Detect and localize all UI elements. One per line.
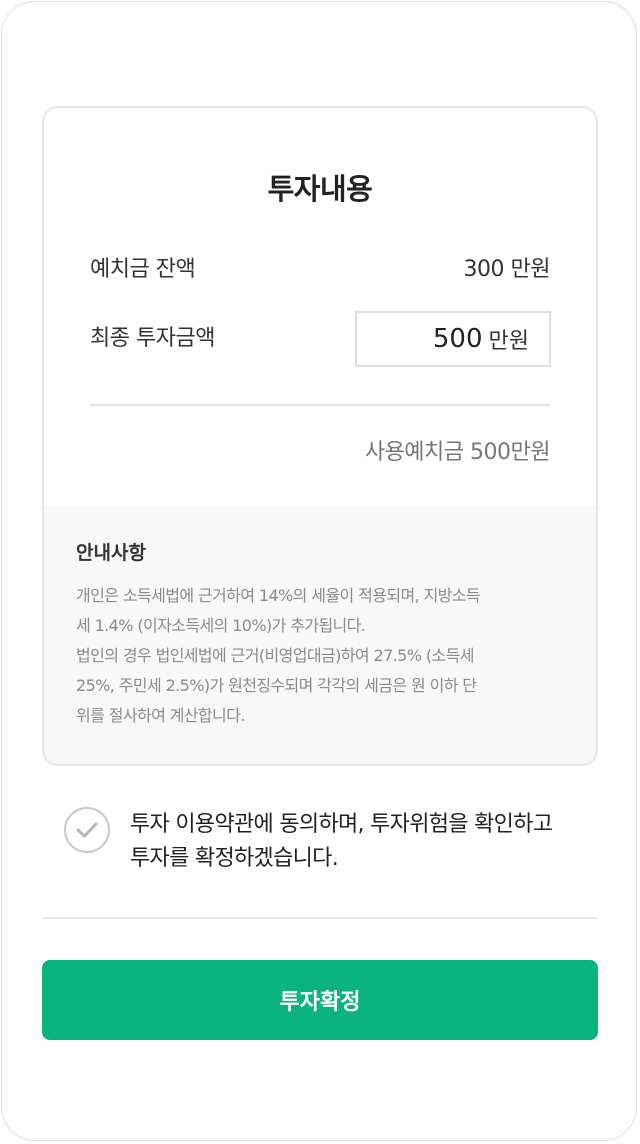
notice-section: 안내사항 개인은 소득세법에 근거하여 14%의 세율이 적용되며, 지방소득 … xyxy=(44,506,596,764)
notice-line: 25%, 주민세 2.5%)가 원천징수되며 각각의 세금은 원 이하 단 xyxy=(76,676,477,695)
agreement-text[interactable]: 투자 이용약관에 동의하며, 투자위험을 확인하고 투자를 확정하겠습니다. xyxy=(130,808,600,876)
agreement-line-2: 투자를 확정하겠습니다. xyxy=(130,846,339,871)
agreement-checkbox[interactable] xyxy=(64,807,110,853)
bottom-divider xyxy=(42,917,598,919)
notice-line: 법인의 경우 법인세법에 근거(비영업대금)하여 27.5% (소득세 xyxy=(76,646,474,665)
final-investment-amount: 500 xyxy=(432,324,483,354)
deposit-balance-label: 예치금 잔액 xyxy=(90,257,196,282)
notice-line: 개인은 소득세법에 근거하여 14%의 세율이 적용되며, 지방소득 xyxy=(76,586,481,605)
notice-title: 안내사항 xyxy=(76,542,146,564)
final-investment-label: 최종 투자금액 xyxy=(90,326,215,351)
notice-line: 위를 절사하여 계산합니다. xyxy=(76,706,245,725)
notice-line: 세 1.4% (이자소득세의 10%)가 추가됩니다. xyxy=(76,616,366,635)
agreement-line-1: 투자 이용약관에 동의하며, 투자위험을 확인하고 xyxy=(130,812,553,837)
check-icon xyxy=(76,822,98,838)
deposit-balance-value: 300 만원 xyxy=(463,257,551,282)
card-divider xyxy=(90,404,550,406)
notice-body: 개인은 소득세법에 근거하여 14%의 세율이 적용되며, 지방소득 세 1.4… xyxy=(76,581,566,731)
investment-summary-card: 투자내용 예치금 잔액 300 만원 최종 투자금액 500 만원 사용예치금 … xyxy=(42,106,598,766)
final-investment-unit: 만원 xyxy=(488,329,529,354)
final-investment-amount-field[interactable]: 500 만원 xyxy=(355,311,551,367)
used-deposit-text: 사용예치금 500만원 xyxy=(364,440,551,465)
card-title: 투자내용 xyxy=(267,172,373,206)
confirm-investment-button[interactable]: 투자확정 xyxy=(42,960,598,1040)
